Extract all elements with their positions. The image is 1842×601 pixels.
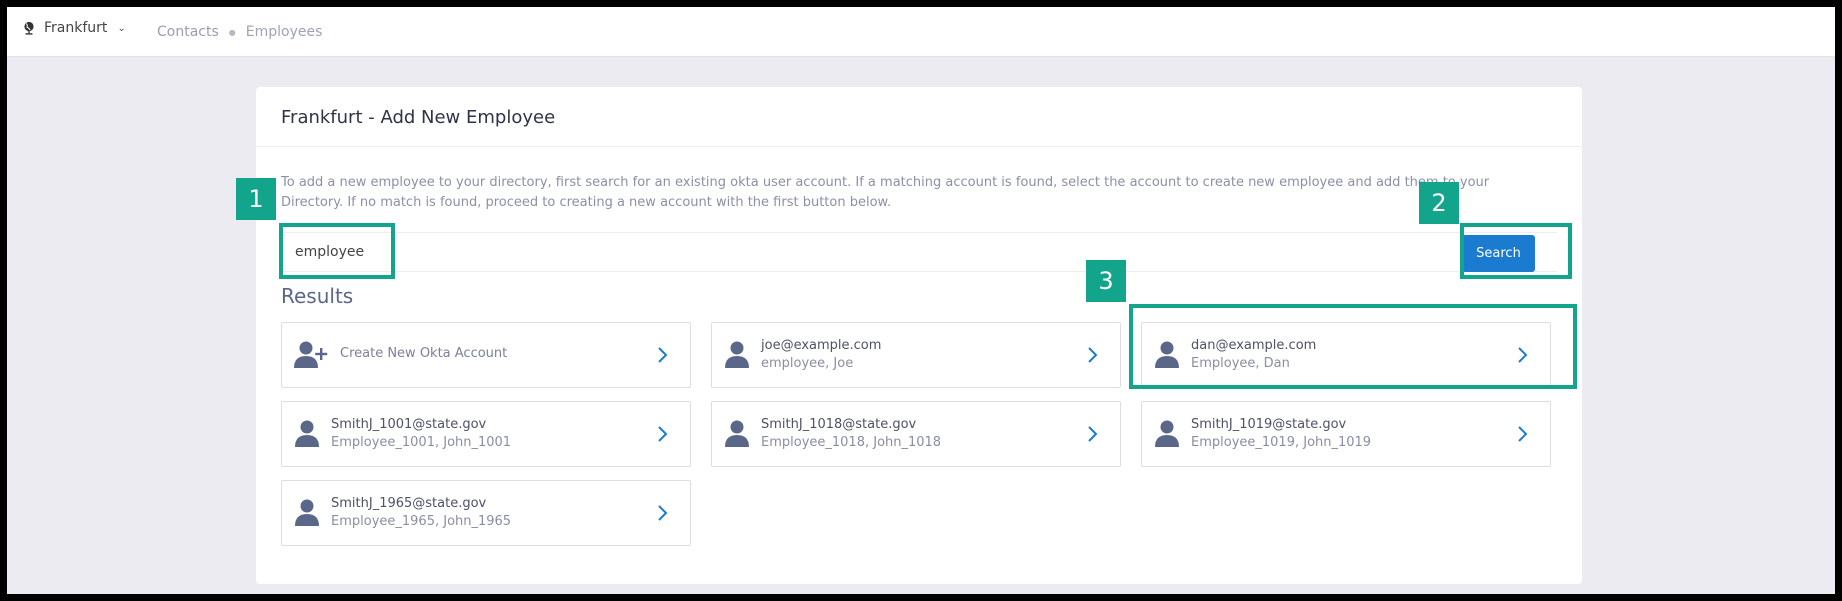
chevron-right-icon — [1516, 425, 1528, 447]
callout-badge-1: 1 — [236, 178, 276, 220]
intro-text: To add a new employee to your directory,… — [281, 175, 1490, 210]
result-name: employee, Joe — [761, 356, 854, 371]
chevron-right-icon — [1086, 425, 1098, 447]
result-item[interactable]: SmithJ_1001@state.gov Employee_1001, Joh… — [281, 401, 691, 467]
result-item[interactable]: SmithJ_1018@state.gov Employee_1018, Joh… — [711, 401, 1121, 467]
result-email: SmithJ_1018@state.gov — [761, 417, 917, 432]
globe-icon — [23, 21, 36, 35]
app-frame: Frankfurt ⌄ Contacts ● Employees Frankfu… — [7, 7, 1835, 594]
org-name: Frankfurt — [44, 20, 108, 36]
result-email: dan@example.com — [1191, 338, 1317, 353]
result-email: SmithJ_1001@state.gov — [331, 417, 487, 432]
user-icon — [724, 340, 750, 374]
chevron-right-icon — [1516, 346, 1528, 368]
user-icon — [1154, 419, 1180, 453]
result-item[interactable]: dan@example.com Employee, Dan — [1141, 322, 1551, 388]
org-switcher[interactable]: Frankfurt ⌄ — [23, 20, 126, 36]
results-heading: Results — [281, 284, 354, 308]
breadcrumb-separator: ● — [228, 27, 236, 37]
result-item[interactable]: joe@example.com employee, Joe — [711, 322, 1121, 388]
search-input[interactable] — [281, 235, 581, 269]
result-name: Employee_1019, John_1019 — [1191, 435, 1372, 450]
result-email: SmithJ_1019@state.gov — [1191, 417, 1347, 432]
callout-badge-3: 3 — [1086, 260, 1126, 302]
breadcrumb-contacts[interactable]: Contacts — [157, 24, 219, 40]
chevron-down-icon: ⌄ — [117, 22, 126, 34]
breadcrumb-employees: Employees — [245, 24, 323, 40]
search-row: Search — [281, 232, 1557, 272]
chevron-right-icon — [656, 346, 668, 368]
chevron-right-icon — [656, 504, 668, 526]
result-name: Employee_1965, John_1965 — [331, 514, 512, 529]
result-name: Employee, Dan — [1191, 356, 1290, 371]
page-title: Frankfurt - Add New Employee — [256, 87, 1582, 147]
add-employee-card: Frankfurt - Add New Employee To add a ne… — [256, 87, 1582, 584]
user-icon — [724, 419, 750, 453]
result-email: SmithJ_1965@state.gov — [331, 496, 487, 511]
result-item[interactable]: SmithJ_1965@state.gov Employee_1965, Joh… — [281, 480, 691, 546]
result-item[interactable]: SmithJ_1019@state.gov Employee_1019, Joh… — [1141, 401, 1551, 467]
callout-badge-2: 2 — [1419, 182, 1459, 224]
result-email: joe@example.com — [761, 338, 882, 353]
user-icon — [294, 419, 320, 453]
user-icon — [294, 498, 320, 532]
add-user-icon — [294, 340, 328, 374]
create-account-button[interactable]: Create New Okta Account — [281, 322, 691, 388]
result-name: Employee_1018, John_1018 — [761, 435, 942, 450]
search-button[interactable]: Search — [1462, 235, 1535, 272]
create-account-label: Create New Okta Account — [340, 346, 508, 361]
result-name: Employee_1001, John_1001 — [331, 435, 512, 450]
breadcrumb: Contacts ● Employees — [157, 24, 322, 40]
chevron-right-icon — [1086, 346, 1098, 368]
chevron-right-icon — [656, 425, 668, 447]
user-icon — [1154, 340, 1180, 374]
top-bar: Frankfurt ⌄ Contacts ● Employees — [7, 7, 1835, 57]
